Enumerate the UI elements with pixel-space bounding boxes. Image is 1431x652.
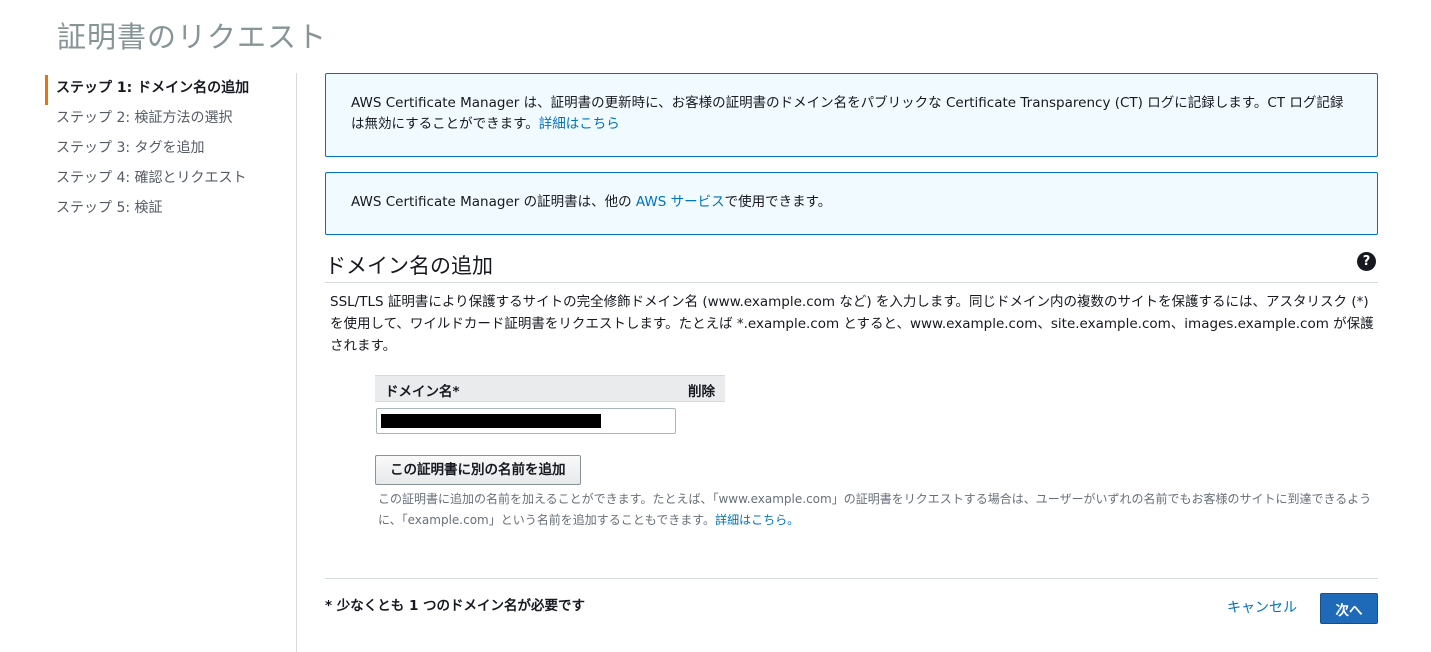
- services-info-box: AWS Certificate Manager の証明書は、他の AWS サービ…: [325, 172, 1378, 235]
- add-name-learn-more-link[interactable]: 詳細はこちら。: [715, 513, 799, 527]
- next-button[interactable]: 次へ: [1320, 593, 1378, 624]
- ct-logging-info-box: AWS Certificate Manager は、証明書の更新時に、お客様の証…: [325, 73, 1378, 157]
- cancel-link[interactable]: キャンセル: [1227, 597, 1297, 617]
- step-validation[interactable]: ステップ 5: 検証: [45, 195, 275, 225]
- step-validation-method[interactable]: ステップ 2: 検証方法の選択: [45, 105, 275, 135]
- redacted-domain-value: [381, 414, 601, 428]
- step-review-request[interactable]: ステップ 4: 確認とリクエスト: [45, 165, 275, 195]
- aws-services-link[interactable]: AWS サービス: [636, 194, 725, 210]
- column-delete: 削除: [688, 384, 715, 400]
- column-domain-name: ドメイン名*: [385, 384, 460, 400]
- add-name-hint-text: この証明書に追加の名前を加えることができます。たとえば、「www.example…: [378, 492, 1372, 527]
- services-info-text-after: で使用できます。: [724, 194, 832, 210]
- step-add-tags[interactable]: ステップ 3: タグを追加: [45, 135, 275, 165]
- footer-divider: [325, 578, 1378, 579]
- section-header: ドメイン名の追加 ?: [325, 247, 1378, 283]
- add-another-name-button[interactable]: この証明書に別の名前を追加: [375, 455, 581, 485]
- add-name-hint: この証明書に追加の名前を加えることができます。たとえば、「www.example…: [378, 489, 1373, 531]
- services-info-text-before: AWS Certificate Manager の証明書は、他の: [351, 194, 636, 210]
- section-title: ドメイン名の追加: [325, 254, 493, 278]
- step-add-domain[interactable]: ステップ 1: ドメイン名の追加: [45, 75, 275, 105]
- sidebar-divider: [296, 73, 297, 652]
- help-icon[interactable]: ?: [1357, 252, 1376, 271]
- required-note: * 少なくとも 1 つのドメイン名が必要です: [325, 598, 586, 614]
- page-title: 証明書のリクエスト: [57, 20, 328, 54]
- domain-table-header: ドメイン名* 削除: [375, 375, 725, 402]
- ct-learn-more-link[interactable]: 詳細はこちら: [539, 116, 620, 132]
- wizard-steps: ステップ 1: ドメイン名の追加 ステップ 2: 検証方法の選択 ステップ 3:…: [45, 75, 275, 225]
- ct-logging-info-text: AWS Certificate Manager は、証明書の更新時に、お客様の証…: [351, 95, 1344, 132]
- domain-name-input[interactable]: [376, 408, 676, 434]
- section-description: SSL/TLS 証明書により保護するサイトの完全修飾ドメイン名 (www.exa…: [330, 294, 1374, 354]
- domain-table: ドメイン名* 削除: [375, 375, 725, 402]
